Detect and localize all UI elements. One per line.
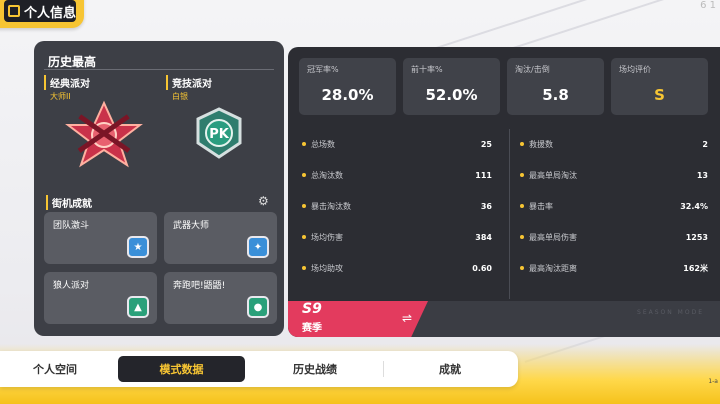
stats-panel: 冠军率% 28.0% 前十率% 52.0% 淘汰/击倒 5.8 场均评价 S 总… <box>288 47 720 337</box>
stat-row-value: 25 <box>480 139 492 149</box>
tab-label: 历史战绩 <box>293 363 337 376</box>
achievement-name: 奔跑吧!鼯鼯! <box>173 281 226 291</box>
achievement-card[interactable]: 武器大师 ✦ <box>164 212 277 264</box>
achievement-card[interactable]: 团队激斗 ★ <box>44 212 157 264</box>
svg-text:PK: PK <box>209 127 230 142</box>
history-panel: 历史最高 经典派对 大师II 竞技派对 白银 PK 街机成就 ⚙ 团队激斗 ★ … <box>34 41 284 336</box>
tab-bar: 个人空间 模式数据 历史战绩 成就 <box>0 351 518 387</box>
stat-card: 冠军率% 28.0% <box>299 58 396 115</box>
stat-row: 最高单局淘汰 13 <box>520 168 708 182</box>
stat-row-label: 总场数 <box>311 139 335 149</box>
stat-row-label: 暴击淘汰数 <box>311 201 351 211</box>
stat-row-value: 0.60 <box>472 263 492 273</box>
bullet-icon <box>520 235 524 239</box>
stat-row-label: 总淘汰数 <box>311 170 343 180</box>
bullet-icon <box>302 204 306 208</box>
achievement-card[interactable]: 奔跑吧!鼯鼯! ● <box>164 272 277 324</box>
bullet-icon <box>520 204 524 208</box>
season-label: 赛季 <box>302 323 322 334</box>
page-title-tab: 个人信息 <box>0 0 84 28</box>
page-title: 个人信息 <box>24 5 77 21</box>
stat-label: 冠军率% <box>307 65 339 74</box>
stat-row: 场均伤害 384 <box>302 230 492 244</box>
pk-shield-icon: PK <box>196 107 242 159</box>
column-divider <box>509 129 510 299</box>
stat-label: 场均评价 <box>619 65 651 74</box>
stat-card: 前十率% 52.0% <box>403 58 500 115</box>
season-selector[interactable]: S9 赛季 ⇌ SEASON MODE <box>288 301 720 337</box>
achievement-name: 团队激斗 <box>53 221 90 231</box>
stat-row-value: 111 <box>475 170 492 180</box>
gear-icon[interactable]: ⚙ <box>258 194 269 208</box>
swap-arrows-icon[interactable]: ⇌ <box>402 311 412 325</box>
stat-row-label: 暴击率 <box>529 201 553 211</box>
crossed-guns-star-icon <box>65 100 143 168</box>
stat-row-label: 救援数 <box>529 139 553 149</box>
profile-icon <box>8 5 20 17</box>
status-indicator: 6 1 <box>700 0 716 11</box>
stat-card: 淘汰/击倒 5.8 <box>507 58 604 115</box>
stat-row-value: 162米 <box>683 263 708 273</box>
squirrel-shield-icon: ● <box>247 296 269 318</box>
wolf-shield-icon: ▲ <box>127 296 149 318</box>
tab-history[interactable]: 历史战绩 <box>250 351 380 387</box>
stat-row: 救援数 2 <box>520 137 708 151</box>
achievement-card[interactable]: 狼人派对 ▲ <box>44 272 157 324</box>
stat-row-value: 1253 <box>685 232 708 242</box>
stat-label: 前十率% <box>411 65 443 74</box>
stat-row: 最高单局伤害 1253 <box>520 230 708 244</box>
stat-row-label: 场均助攻 <box>311 263 343 273</box>
tab-personal-space[interactable]: 个人空间 <box>0 351 110 387</box>
tab-achievements[interactable]: 成就 <box>386 351 514 387</box>
stat-value: 52.0% <box>425 86 478 104</box>
stat-value: 28.0% <box>321 86 374 104</box>
corner-label: 1-a <box>708 378 718 385</box>
tab-label: 成就 <box>439 363 461 376</box>
bullet-icon <box>302 142 306 146</box>
tab-divider <box>383 361 384 377</box>
stat-row-value: 32.4% <box>680 201 708 211</box>
stat-row: 暴击率 32.4% <box>520 199 708 213</box>
stat-row-value: 2 <box>702 139 708 149</box>
weapon-shield-icon: ✦ <box>247 236 269 258</box>
stat-row: 总场数 25 <box>302 137 492 151</box>
rating-value: S <box>654 86 665 104</box>
mode-classic[interactable]: 经典派对 大师II <box>44 75 90 102</box>
mode-label: 经典派对 <box>44 75 90 90</box>
stat-row-value: 13 <box>696 170 708 180</box>
bullet-icon <box>520 173 524 177</box>
season-watermark: SEASON MODE <box>637 309 704 316</box>
stat-value: 5.8 <box>542 86 569 104</box>
tab-mode-data[interactable]: 模式数据 <box>118 356 245 382</box>
achievement-name: 武器大师 <box>173 221 210 231</box>
bullet-icon <box>302 235 306 239</box>
bullet-icon <box>302 173 306 177</box>
mode-competitive[interactable]: 竞技派对 白银 <box>166 75 212 102</box>
mode-label: 竞技派对 <box>166 75 212 90</box>
bullet-icon <box>520 266 524 270</box>
stat-card: 场均评价 S <box>611 58 708 115</box>
stat-row: 场均助攻 0.60 <box>302 261 492 275</box>
stat-row-label: 最高单局伤害 <box>529 232 577 242</box>
arcade-title: 街机成就 <box>46 195 92 210</box>
history-title: 历史最高 <box>48 55 97 69</box>
stat-row-label: 最高淘汰距离 <box>529 263 577 273</box>
bullet-icon <box>302 266 306 270</box>
tab-label: 个人空间 <box>33 363 77 376</box>
stat-label: 淘汰/击倒 <box>515 65 550 74</box>
achievement-name: 狼人派对 <box>53 281 90 291</box>
stat-row-value: 384 <box>475 232 492 242</box>
divider <box>44 69 274 70</box>
stat-row: 暴击淘汰数 36 <box>302 199 492 213</box>
stat-row-value: 36 <box>480 201 492 211</box>
bullet-icon <box>520 142 524 146</box>
mode-rank: 白银 <box>172 92 188 101</box>
team-shield-icon: ★ <box>127 236 149 258</box>
stat-row: 总淘汰数 111 <box>302 168 492 182</box>
stat-row-label: 场均伤害 <box>311 232 343 242</box>
stat-row: 最高淘汰距离 162米 <box>520 261 708 275</box>
season-number: S9 <box>302 301 322 317</box>
stat-row-label: 最高单局淘汰 <box>529 170 577 180</box>
tab-label: 模式数据 <box>159 363 204 376</box>
